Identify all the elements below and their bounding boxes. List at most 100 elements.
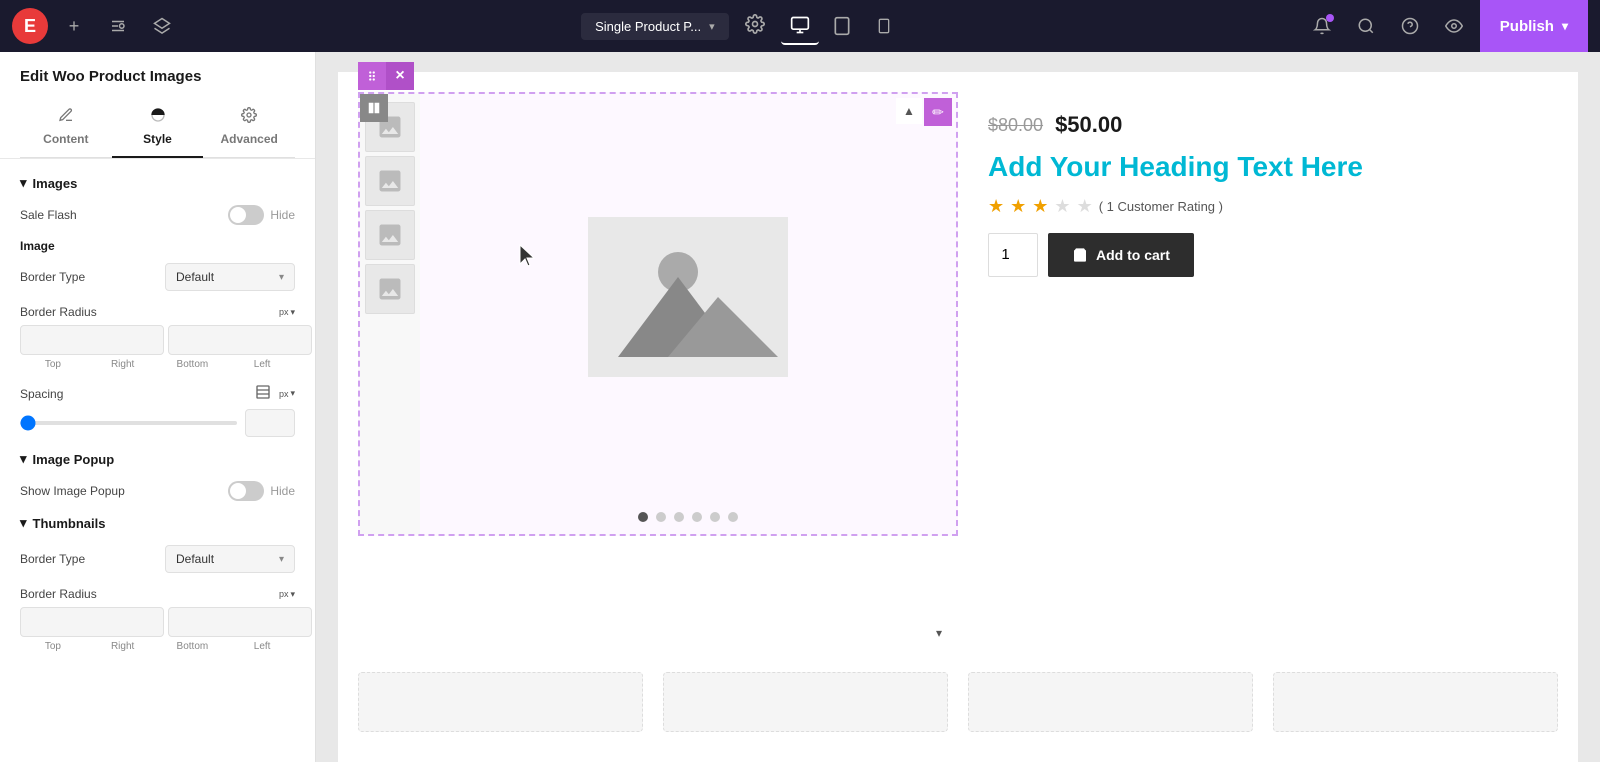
page-title-button[interactable]: Single Product P... ▾: [581, 13, 729, 40]
spacing-value: [245, 409, 295, 437]
publish-button[interactable]: Publish ▾: [1480, 0, 1588, 52]
show-popup-toggle[interactable]: [228, 481, 264, 501]
dot-6[interactable]: [728, 512, 738, 522]
thumb-radius-right-input[interactable]: [168, 607, 312, 637]
thumbnails-border-radius-label: Border Radius: [20, 587, 97, 601]
close-widget-button[interactable]: ×: [386, 62, 414, 90]
device-switcher: [781, 7, 903, 45]
radius-right-input[interactable]: [168, 325, 312, 355]
customize-button[interactable]: [100, 8, 136, 44]
spacing-slider[interactable]: [20, 421, 237, 425]
thumbnails-border-radius-unit[interactable]: px ▾: [279, 589, 295, 600]
widget-toolbar: ×: [358, 62, 414, 90]
canvas-area: × ▲ ✏ ▾: [316, 52, 1600, 762]
image-popup-arrow: ▾: [20, 451, 27, 467]
style-tab-label: Style: [143, 132, 172, 146]
below-row: [338, 672, 1578, 752]
tab-style[interactable]: Style: [112, 97, 204, 158]
show-popup-label: Show Image Popup: [20, 484, 125, 498]
star-1: ★: [988, 196, 1004, 217]
border-radius-label: Border Radius: [20, 305, 97, 319]
device-desktop-button[interactable]: [781, 7, 819, 45]
add-to-cart-button[interactable]: Add to cart: [1048, 233, 1194, 277]
show-popup-knob: [230, 483, 246, 499]
product-images-widget: [358, 92, 958, 536]
device-tablet-button[interactable]: [823, 7, 861, 45]
nav-up-button[interactable]: ▲: [896, 98, 922, 124]
quantity-input[interactable]: [988, 233, 1038, 277]
layers-button[interactable]: [144, 8, 180, 44]
radius-labels: Top Right Bottom Left: [20, 359, 295, 370]
images-section-header[interactable]: ▾ Images: [20, 175, 295, 191]
tab-content[interactable]: Content: [20, 97, 112, 158]
thumbnails-radius-inputs: 🔗: [20, 607, 295, 637]
add-to-cart-label: Add to cart: [1096, 247, 1170, 263]
thumbnails-radius-labels: Top Right Bottom Left: [20, 641, 295, 652]
add-element-button[interactable]: +: [56, 8, 92, 44]
topbar: E + Single Product P... ▾: [0, 0, 1600, 52]
thumbnail-2[interactable]: [365, 156, 415, 206]
thumbnails-border-type-select[interactable]: Default ▾: [165, 545, 295, 573]
thumbnails-border-type-value: Default: [176, 552, 214, 566]
spacing-unit[interactable]: px ▾: [279, 388, 295, 399]
thumbnails-section-header[interactable]: ▾ Thumbnails: [20, 515, 295, 531]
preview-icon[interactable]: [1436, 8, 1472, 44]
star-5: ★: [1077, 196, 1093, 217]
border-type-row: Border Type Default ▾: [20, 263, 295, 291]
image-popup-label: Image Popup: [33, 452, 115, 467]
content-tab-icon: [58, 107, 74, 128]
thumbnails-border-type-label: Border Type: [20, 552, 85, 566]
sale-flash-toggle[interactable]: [228, 205, 264, 225]
sale-flash-toggle-wrap: Hide: [228, 205, 295, 225]
elementor-logo[interactable]: E: [12, 8, 48, 44]
topbar-center: Single Product P... ▾: [188, 7, 1296, 45]
images-section-arrow: ▾: [20, 175, 27, 191]
notifications-icon[interactable]: [1304, 8, 1340, 44]
device-mobile-button[interactable]: [865, 7, 903, 45]
spacing-slider-row: [20, 409, 295, 437]
thumb-radius-left-label: Left: [229, 641, 295, 652]
thumbnails-border-radius-row: Border Radius px ▾ 🔗 Top Right B: [20, 587, 295, 652]
image-popup-section-header[interactable]: ▾ Image Popup: [20, 451, 295, 467]
dot-1[interactable]: [638, 512, 648, 522]
search-icon[interactable]: [1348, 8, 1384, 44]
sidebar-content: ▾ Images Sale Flash Hide Image Border Ty…: [0, 159, 315, 762]
dot-3[interactable]: [674, 512, 684, 522]
thumbnail-4[interactable]: [365, 264, 415, 314]
dot-2[interactable]: [656, 512, 666, 522]
spacing-label: Spacing: [20, 387, 63, 401]
column-indicator[interactable]: [360, 94, 388, 122]
product-title: Add Your Heading Text Here: [988, 150, 1528, 184]
thumb-radius-bottom-label: Bottom: [160, 641, 226, 652]
border-radius-unit[interactable]: px ▾: [279, 307, 295, 318]
show-popup-row: Show Image Popup Hide: [20, 481, 295, 501]
stars-row: ★ ★ ★ ★ ★ ( 1 Customer Rating ): [988, 196, 1528, 217]
help-icon[interactable]: [1392, 8, 1428, 44]
spacing-header: Spacing px ▾: [20, 384, 295, 403]
thumb-radius-top-input[interactable]: [20, 607, 164, 637]
topbar-settings-icon[interactable]: [745, 14, 765, 39]
dot-4[interactable]: [692, 512, 702, 522]
page-title-chevron: ▾: [709, 20, 715, 33]
thumbnails-border-chevron: ▾: [279, 554, 284, 565]
radius-top-input[interactable]: [20, 325, 164, 355]
images-section-label: Images: [33, 176, 78, 191]
nav-down-button[interactable]: ▾: [926, 620, 952, 646]
radius-bottom-label: Bottom: [160, 359, 226, 370]
border-type-value: Default: [176, 270, 214, 284]
tab-advanced[interactable]: Advanced: [203, 97, 295, 158]
content-tab-label: Content: [43, 132, 88, 146]
notification-dot: [1326, 14, 1334, 22]
main-layout: Edit Woo Product Images Content Style: [0, 52, 1600, 762]
panel-title: Edit Woo Product Images: [20, 68, 295, 97]
thumbnails-arrow: ▾: [20, 515, 27, 531]
advanced-tab-label: Advanced: [221, 132, 278, 146]
drag-handle[interactable]: [358, 62, 386, 90]
thumbnail-3[interactable]: [365, 210, 415, 260]
border-type-select[interactable]: Default ▾: [165, 263, 295, 291]
thumb-radius-right-label: Right: [90, 641, 156, 652]
below-placeholder-3: [968, 672, 1253, 732]
style-tab-icon: [150, 107, 166, 128]
edit-widget-button[interactable]: ✏: [924, 98, 952, 126]
dot-5[interactable]: [710, 512, 720, 522]
